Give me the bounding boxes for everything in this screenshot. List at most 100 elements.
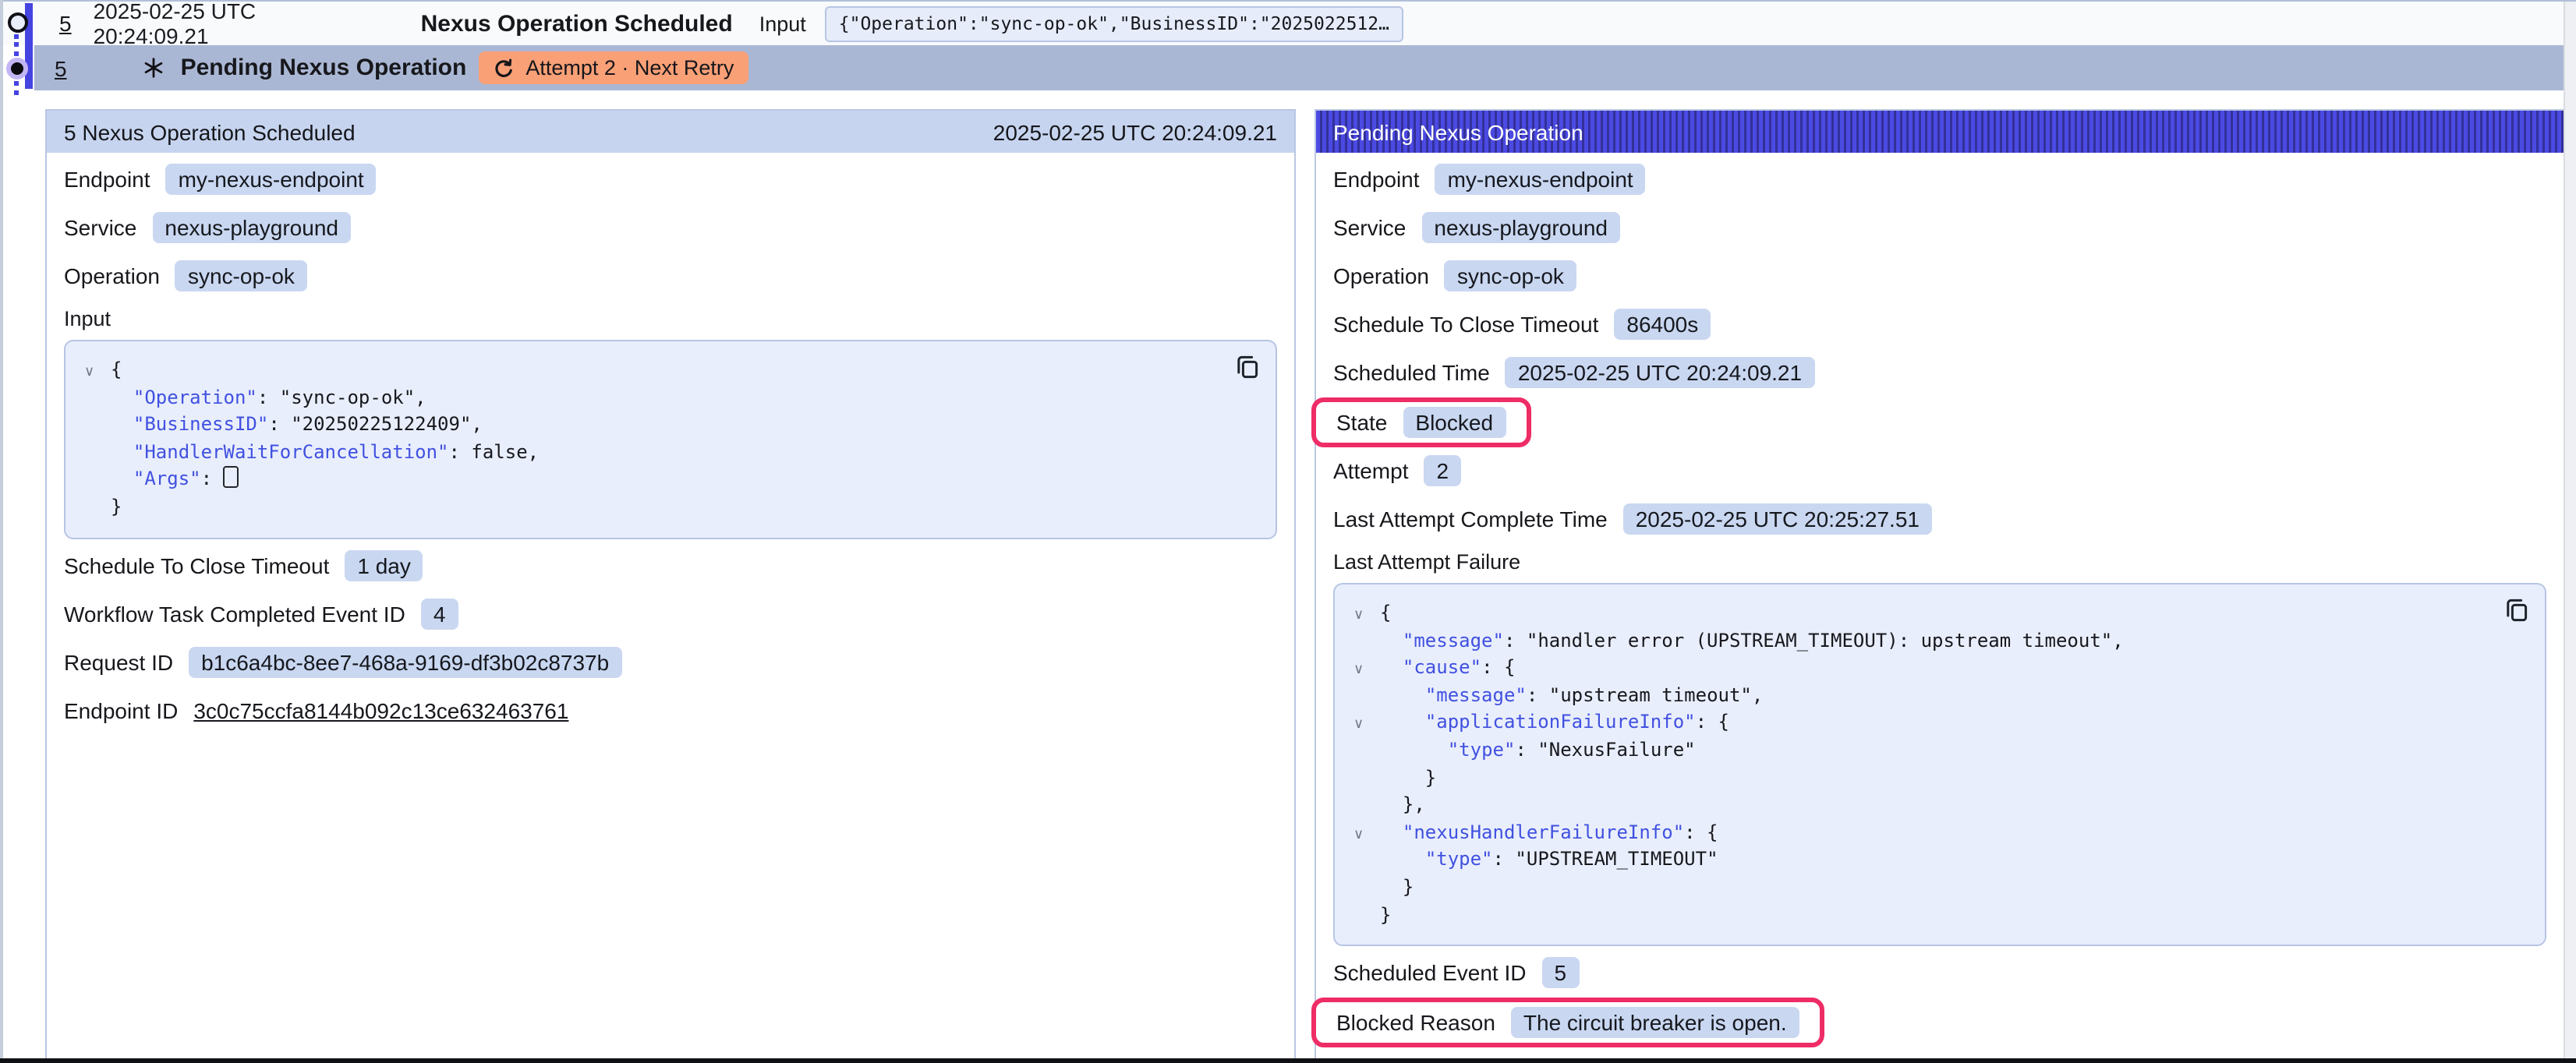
field-row: Scheduled Event ID 5 [1333,955,2546,990]
field-label: Schedule To Close Timeout [64,553,329,577]
field-value: 2025-02-25 UTC 20:25:27.51 [1623,503,1932,535]
chevron-down-icon [84,440,111,467]
field-label: Endpoint [1333,167,1420,192]
code-line-text: "cause": { [1380,655,1515,682]
code-line: ∨ "applicationFailureInfo": { [1353,710,2529,737]
field-row: Schedule To Close Timeout 86400s [1333,307,2546,341]
chevron-down-icon [1353,874,1380,902]
field-row: Service nexus-playground [64,210,1277,245]
temporal-event-history-view: 5 2025-02-25 UTC 20:24:09.21 Nexus Opera… [0,0,2576,1063]
field-row: Request ID b1c6a4bc-8ee7-468a-9169-df3b0… [64,645,1277,679]
code-line-text: "message": "upstream timeout", [1380,683,1763,710]
failure-section-label: Last Attempt Failure [1333,550,2546,574]
event-row-pending[interactable]: 5 Pending Nexus Operation Attempt 2 · Ne… [34,45,2565,90]
field-label: Schedule To Close Timeout [1333,312,1598,337]
field-value: my-nexus-endpoint [166,164,377,195]
code-line: "HandlerWaitForCancellation": false, [84,440,1260,467]
field-label: Attempt [1333,458,1409,483]
field-label: State [1336,410,1387,435]
code-line: "message": "handler error (UPSTREAM_TIME… [1353,627,2529,655]
code-line-text: } [1380,874,1414,902]
pending-operation-header: Pending Nexus Operation [1316,111,2564,153]
code-line: "type": "UPSTREAM_TIMEOUT" [1353,847,2529,874]
field-value: 2 [1424,455,1462,486]
event-detail-panel: 5 Nexus Operation Scheduled 2025-02-25 U… [45,109,1296,1063]
input-preview-chip[interactable]: {"Operation":"sync-op-ok","BusinessID":"… [825,5,1403,41]
asterisk-icon [143,58,164,78]
field-label: Scheduled Time [1333,360,1490,385]
code-line: } [1353,765,2529,792]
failure-code-lines: ∨{ "message": "handler error (UPSTREAM_T… [1353,600,2529,929]
chevron-down-icon[interactable]: ∨ [1353,600,1380,627]
code-line-text: "message": "handler error (UPSTREAM_TIME… [1380,627,2124,655]
pending-operation-body: Endpoint my-nexus-endpoint Service nexus… [1316,153,2564,1047]
event-detail-fields-2: Schedule To Close Timeout 1 day Workflow… [64,548,1277,727]
code-line-text: } [1380,765,1436,792]
vertical-scrollbar[interactable] [2564,2,2576,1063]
event-detail-header-timestamp: 2025-02-25 UTC 20:24:09.21 [993,119,1277,144]
field-value: 1 day [345,549,423,581]
event-detail-header: 5 Nexus Operation Scheduled 2025-02-25 U… [47,111,1294,153]
field-value[interactable]: 3c0c75ccfa8144b092c13ce632463761 [193,697,568,722]
attempt-retry-badge: Attempt 2 · Next Retry [479,51,748,84]
field-row: Endpoint my-nexus-endpoint [64,162,1277,196]
field-label: Last Attempt Complete Time [1333,507,1608,532]
field-value: nexus-playground [1421,212,1620,243]
field-row: Operation sync-op-ok [64,259,1277,293]
event-detail-header-title: 5 Nexus Operation Scheduled [64,119,356,144]
field-value: my-nexus-endpoint [1435,164,1646,195]
field-value: sync-op-ok [1445,260,1576,291]
pending-operation-panel: Pending Nexus Operation Endpoint my-nexu… [1315,109,2565,1063]
chevron-down-icon[interactable]: ∨ [1353,710,1380,737]
input-code-block: ∨{ "Operation": "sync-op-ok", "BusinessI… [64,340,1277,539]
chevron-down-icon [1353,847,1380,874]
event-row-scheduled[interactable]: 5 2025-02-25 UTC 20:24:09.21 Nexus Opera… [0,2,2565,45]
input-label: Input [759,12,806,35]
pending-operation-fields-2: Scheduled Event ID 5 Blocked Reason The … [1333,955,2546,1047]
field-value: Blocked [1403,407,1506,438]
chevron-down-icon[interactable]: ∨ [1353,655,1380,682]
field-row: Schedule To Close Timeout 1 day [64,548,1277,582]
copy-icon[interactable] [1235,354,1260,379]
field-label: Operation [1333,263,1429,288]
copy-icon[interactable] [2504,597,2529,622]
field-value: sync-op-ok [175,260,307,291]
code-line: "type": "NexusFailure" [1353,737,2529,765]
chevron-down-icon[interactable]: ∨ [84,357,111,384]
field-row-highlighted: State Blocked [1311,397,1530,447]
code-line: } [84,494,1260,521]
field-label: Scheduled Event ID [1333,960,1527,985]
event-title: Nexus Operation Scheduled [421,10,733,37]
field-row: Attempt 2 [1333,454,2546,488]
chevron-down-icon [1353,737,1380,765]
field-label: Request ID [64,649,173,674]
code-line-text: "HandlerWaitForCancellation": false, [111,440,539,467]
open-circle-icon [8,12,28,33]
code-line: } [1353,902,2529,929]
chevron-down-icon[interactable]: ∨ [1353,820,1380,847]
input-section-label: Input [64,307,1277,330]
input-code-lines: ∨{ "Operation": "sync-op-ok", "BusinessI… [84,357,1260,521]
code-line: }, [1353,792,2529,819]
chevron-down-icon [84,467,111,494]
field-row: Operation sync-op-ok [1333,259,2546,293]
chevron-down-icon [1353,792,1380,819]
window-bottom-edge [0,1058,2576,1063]
field-label: Endpoint ID [64,697,178,722]
pending-operation-header-title: Pending Nexus Operation [1333,119,1583,144]
pending-operation-title: Pending Nexus Operation [181,55,467,81]
filled-circle-icon [6,58,28,79]
field-row: Endpoint my-nexus-endpoint [1333,162,2546,196]
code-line-text: } [1380,902,1391,929]
event-id-link[interactable]: 5 [55,55,67,80]
event-id-link[interactable]: 5 [59,11,72,36]
event-detail-fields: Endpoint my-nexus-endpoint Service nexus… [64,162,1277,293]
window-left-border [0,0,3,1063]
field-row-highlighted: Blocked Reason The circuit breaker is op… [1311,998,1824,1047]
code-line: "BusinessID": "20250225122409", [84,411,1260,439]
field-label: Blocked Reason [1336,1010,1495,1035]
code-line: "Operation": "sync-op-ok", [84,384,1260,411]
chevron-down-icon [1353,765,1380,792]
event-detail-body: Endpoint my-nexus-endpoint Service nexus… [47,153,1294,727]
field-value: The circuit breaker is open. [1511,1007,1799,1038]
